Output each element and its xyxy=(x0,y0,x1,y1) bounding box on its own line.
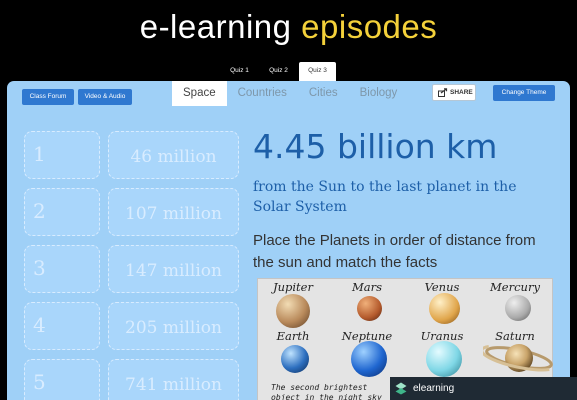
change-theme-button[interactable]: Change Theme xyxy=(493,85,555,101)
fact-distance: 4.45 billion km xyxy=(253,127,498,166)
quiz-tabs: Quiz 1 Quiz 2 Quiz 3 xyxy=(221,62,338,81)
distance-slot-2[interactable]: 107 million xyxy=(108,188,239,236)
order-slot-5[interactable]: 5 xyxy=(24,359,100,400)
saturn-planet[interactable] xyxy=(483,337,555,379)
share-label: SHARE xyxy=(450,89,473,96)
badge-label: elearning xyxy=(413,383,455,394)
planet-label-jupiter: Jupiter xyxy=(273,280,313,294)
quiz-panel: Class Forum Video & Audio Space Countrie… xyxy=(7,81,570,400)
order-slot-4[interactable]: 4 xyxy=(24,302,100,350)
share-icon xyxy=(438,88,448,97)
tab-biology[interactable]: Biology xyxy=(349,81,409,106)
jupiter-planet[interactable] xyxy=(276,294,310,328)
fact-card[interactable]: The second brightest object in the night… xyxy=(271,383,393,400)
subject-tabs: Space Countries Cities Biology xyxy=(172,81,408,106)
planet-label-mars: Mars xyxy=(351,280,383,294)
order-slot-2[interactable]: 2 xyxy=(24,188,100,236)
planet-label-earth: Earth xyxy=(276,329,310,343)
neptune-planet[interactable] xyxy=(351,341,387,377)
distance-slot-5[interactable]: 741 million xyxy=(108,359,239,400)
earth-planet[interactable] xyxy=(281,345,309,373)
uranus-planet[interactable] xyxy=(426,341,462,377)
elearning-badge[interactable]: elearning xyxy=(390,377,577,400)
distance-slot-3[interactable]: 147 million xyxy=(108,245,239,293)
video-audio-button[interactable]: Video & Audio xyxy=(78,89,132,105)
tab-quiz-3[interactable]: Quiz 3 xyxy=(299,62,336,81)
mercury-planet[interactable] xyxy=(505,295,531,321)
instruction-text: Place the Planets in order of distance f… xyxy=(253,232,536,271)
panel-toolbar: Class Forum Video & Audio Space Countrie… xyxy=(7,81,570,107)
share-button[interactable]: SHARE xyxy=(432,84,476,101)
elearning-logo-icon xyxy=(395,382,407,395)
distance-slot-4[interactable]: 205 million xyxy=(108,302,239,350)
venus-planet[interactable] xyxy=(429,293,460,324)
site-title: e-learning episodes xyxy=(0,8,577,46)
tab-countries[interactable]: Countries xyxy=(227,81,298,106)
order-slot-3[interactable]: 3 xyxy=(24,245,100,293)
tab-quiz-2[interactable]: Quiz 2 xyxy=(260,62,297,79)
site-title-part1: e-learning xyxy=(139,8,292,45)
tab-space[interactable]: Space xyxy=(172,81,227,106)
mars-planet[interactable] xyxy=(357,296,382,321)
tab-quiz-1[interactable]: Quiz 1 xyxy=(221,62,258,79)
site-title-part2: episodes xyxy=(301,8,438,45)
planet-label-venus: Venus xyxy=(424,280,460,294)
planet-label-mercury: Mercury xyxy=(490,280,540,294)
fact-description: from the Sun to the last planet in the S… xyxy=(253,179,517,215)
distance-slot-1[interactable]: 46 million xyxy=(108,131,239,179)
tab-cities[interactable]: Cities xyxy=(298,81,349,106)
class-forum-button[interactable]: Class Forum xyxy=(22,89,74,105)
order-slot-1[interactable]: 1 xyxy=(24,131,100,179)
